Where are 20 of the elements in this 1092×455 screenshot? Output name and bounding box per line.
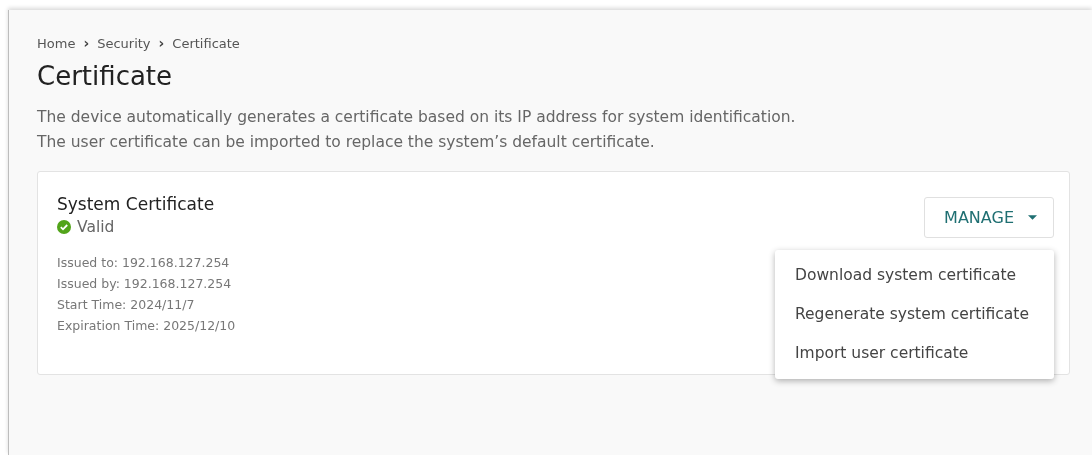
breadcrumb-link[interactable]: Security xyxy=(97,35,151,51)
menu-item[interactable]: Download system certificate xyxy=(775,256,1054,295)
check-circle-icon xyxy=(57,220,71,234)
menu-item[interactable]: Regenerate system certificate xyxy=(775,295,1054,334)
description-text: The device automatically generates a certificate based on its IP address for system identification. xyxy=(37,107,797,128)
breadcrumb-separator: › xyxy=(158,35,165,51)
breadcrumb-separator: › xyxy=(83,35,90,51)
detail-text: Issued to: 192.168.127.254 xyxy=(57,254,231,272)
manage-button[interactable]: MANAGE xyxy=(924,197,1054,238)
detail-text: Expiration Time: 2025/12/10 xyxy=(57,317,236,335)
detail-text: Start Time: 2024/11/7 xyxy=(57,296,196,314)
detail-text: Issued by: 192.168.127.254 xyxy=(57,275,233,293)
card-title: System Certificate xyxy=(57,194,216,214)
breadcrumb-link[interactable]: Home xyxy=(37,35,76,51)
breadcrumb-current: Certificate xyxy=(172,35,240,51)
description-text: The user certificate can be imported to replace the system’s default certificate. xyxy=(37,132,656,153)
status-label: Valid xyxy=(77,218,115,236)
menu-item[interactable]: Import user certificate xyxy=(775,334,1054,373)
caret-icon xyxy=(1028,215,1037,220)
page-title: Certificate xyxy=(37,61,174,91)
